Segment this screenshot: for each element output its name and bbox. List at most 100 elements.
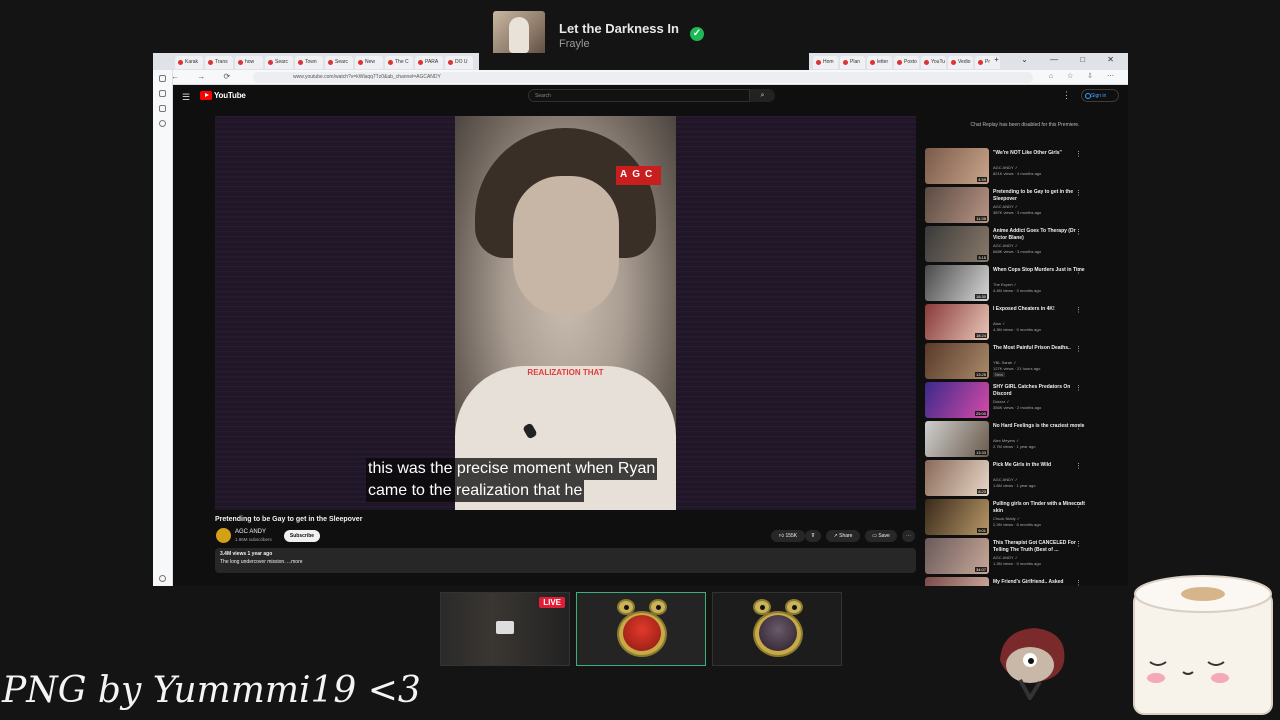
recommendation-title: This Therapist Got CANCELED For Telling … — [993, 540, 1076, 553]
recommendation-thumbnail[interactable]: 9:01 — [925, 499, 989, 535]
recommendation-thumbnail[interactable]: 11:35 — [925, 187, 989, 223]
browser-tab[interactable]: letter — [867, 56, 892, 69]
more-options-icon[interactable]: ⋮ — [1075, 423, 1082, 431]
recommendation-thumbnail[interactable]: 18:24 — [925, 304, 989, 340]
browser-tab[interactable]: New — [355, 56, 383, 69]
recommendation-thumbnail[interactable]: 4:59 — [925, 148, 989, 184]
menu-icon[interactable]: ☰ — [182, 92, 190, 103]
recommendation-channel: AGC ANDY ✓ — [993, 204, 1019, 209]
recommendation-channel: Chuck Niddy ✓ — [993, 516, 1021, 521]
browser-tab[interactable]: Searc — [325, 56, 353, 69]
more-options-icon[interactable]: ⋮ — [1075, 150, 1082, 158]
scene-frog-avatar-red[interactable] — [576, 592, 706, 666]
browser-tab[interactable]: how — [235, 56, 263, 69]
channel-avatar[interactable] — [216, 528, 231, 543]
recommendation-thumbnail[interactable]: 18:30 — [925, 265, 989, 301]
more-options-icon[interactable]: ⋮ — [1075, 384, 1082, 392]
caption-line: this was the precise moment when Ryan — [366, 458, 658, 480]
more-options-icon[interactable]: ⋮ — [1075, 228, 1082, 236]
recommendation-thumbnail[interactable]: 13:33 — [925, 421, 989, 457]
video-duration: 4:59 — [977, 177, 987, 182]
recommendation-thumbnail[interactable]: 8:23 — [925, 460, 989, 496]
recommendation-thumbnail[interactable]: 25:00 — [925, 382, 989, 418]
ai-icon[interactable] — [159, 90, 166, 97]
browser-tab[interactable]: Plan — [840, 56, 865, 69]
more-options-icon[interactable]: ⋮ — [1075, 462, 1082, 470]
like-button[interactable]: 👍︎ 155K — [771, 530, 805, 542]
scene-screen-share[interactable]: LIVE — [440, 592, 570, 666]
recommendation-item[interactable]: 25:00 SHY GIRL Catches Predators On Disco… — [925, 382, 1125, 421]
recommendation-meta: 127K views · 21 hours ago — [993, 366, 1041, 371]
browser-tab[interactable]: Trans — [205, 56, 233, 69]
more-options-icon[interactable]: ⋮ — [1075, 579, 1082, 586]
recommendation-title: "We're NOT Like Other Girls" — [993, 150, 1062, 156]
sidebar-toggle-icon[interactable] — [159, 75, 166, 82]
recommendation-item[interactable]: 34:07 This Therapist Got CANCELED For Tel… — [925, 538, 1125, 577]
browser-tab[interactable]: Town — [295, 56, 323, 69]
burned-in-caption: REALIZATION THAT — [527, 368, 604, 377]
more-options-icon[interactable]: ⋮ — [1075, 306, 1082, 314]
dark-character — [759, 615, 797, 651]
browser-tab[interactable]: DO U — [445, 56, 473, 69]
recommendation-thumbnail[interactable]: 34:07 — [925, 538, 989, 574]
more-actions-button[interactable]: ⋯ — [902, 530, 915, 542]
recommendation-item[interactable]: 11:35 Pretending to be Gay to get in the … — [925, 187, 1125, 226]
video-player[interactable]: AGC REALIZATION THAT this was the precis… — [215, 116, 916, 510]
recommendation-item[interactable]: 4:59 "We're NOT Like Other Girls" AGC ANDY… — [925, 148, 1125, 187]
recommendation-item[interactable]: 3:15 Anime Addict Goes To Therapy (Dr Vic… — [925, 226, 1125, 265]
video-duration: 11:35 — [975, 216, 987, 221]
dislike-button[interactable]: ⊽ — [805, 530, 821, 542]
toolbar-icons[interactable]: ⌂ ☆ ⇩ ⋯ — [1049, 72, 1120, 80]
browser-tab[interactable]: Posto — [894, 56, 919, 69]
history-icon[interactable] — [159, 120, 166, 127]
browser-tab[interactable]: The C — [385, 56, 413, 69]
recommendation-thumbnail[interactable] — [925, 577, 989, 586]
scene-frog-avatar-dark[interactable] — [712, 592, 842, 666]
browser-tab[interactable]: Searc — [265, 56, 293, 69]
bookmarks-icon[interactable] — [159, 105, 166, 112]
browser-tab[interactable]: Vedio — [948, 56, 973, 69]
recommendation-title: I Exposed Cheaters in 4K! — [993, 306, 1055, 312]
recommendation-item[interactable]: My Friend's Girlfriend.. Asked ⋮ — [925, 577, 1125, 586]
browser-tab[interactable]: PARA — [415, 56, 443, 69]
recommendation-item[interactable]: 18:30 When Cops Stop Murders Just in Time… — [925, 265, 1125, 304]
sign-in-button[interactable]: Sign in — [1081, 89, 1119, 102]
subscribe-button[interactable]: Subscribe — [284, 530, 320, 542]
window-controls[interactable]: + ⌄ — □ ✕ — [994, 55, 1124, 64]
channel-name[interactable]: AGC ANDY — [235, 529, 266, 535]
youtube-logo-text[interactable]: YouTube — [214, 91, 246, 100]
recommendation-item[interactable]: 18:24 I Exposed Cheaters in 4K! Alan ✓ 4.3M… — [925, 304, 1125, 343]
nav-buttons[interactable]: ← → ⟳ — [171, 72, 238, 81]
recommendation-title: SHY GIRL Catches Predators On Discord — [993, 384, 1071, 397]
recommendation-item[interactable]: 13:33 No Hard Feelings is the craziest mo… — [925, 421, 1125, 460]
more-options-icon[interactable]: ⋮ — [1075, 345, 1082, 353]
video-duration: 18:24 — [974, 333, 987, 338]
youtube-logo-icon[interactable] — [200, 91, 212, 100]
url-bar[interactable]: www.youtube.com/watch?v=kWlaqq7Tz0&ab_ch… — [253, 72, 1033, 83]
recommendation-title: Pulling girls on Tinder with a Minecraft… — [993, 501, 1085, 514]
browser-tab[interactable]: Hom — [813, 56, 838, 69]
search-input[interactable]: Search — [528, 89, 750, 102]
recommendation-title: When Cops Stop Murders Just in Time — [993, 267, 1085, 273]
recommendation-item[interactable]: 8:23 Pick Me Girls in the Wild AGC ANDY ✓ 1… — [925, 460, 1125, 499]
browser-tab[interactable]: Karak — [175, 56, 203, 69]
more-options-icon[interactable]: ⋮ — [1075, 267, 1082, 275]
more-options-icon[interactable]: ⋮ — [1075, 189, 1082, 197]
more-options-icon[interactable]: ⋮ — [1075, 540, 1082, 548]
search-icon[interactable]: ⌕ — [750, 89, 775, 102]
more-icon[interactable]: ⋮ — [1062, 90, 1071, 101]
save-button[interactable]: ▭ Save — [865, 530, 897, 542]
settings-icon[interactable] — [159, 575, 166, 582]
recommendation-meta: 2.2M views · 8 months ago — [993, 522, 1041, 527]
red-hair-character — [623, 615, 661, 651]
browser-tab[interactable]: YouTu — [921, 56, 946, 69]
recommendation-thumbnail[interactable]: 13:25 — [925, 343, 989, 379]
share-button[interactable]: ↗ Share — [826, 530, 860, 542]
png-credit-watermark: PNG by Yummmi19 <3 — [2, 670, 421, 711]
description-box[interactable]: 3.4M views 1 year ago The long undercove… — [215, 548, 916, 573]
recommendation-item[interactable]: 13:25 The Most Painful Prison Deaths.. YBL… — [925, 343, 1125, 382]
recommendation-thumbnail[interactable]: 3:15 — [925, 226, 989, 262]
browser-side-rail — [153, 70, 173, 586]
more-options-icon[interactable]: ⋮ — [1075, 501, 1082, 509]
recommendation-item[interactable]: 9:01 Pulling girls on Tinder with a Minec… — [925, 499, 1125, 538]
